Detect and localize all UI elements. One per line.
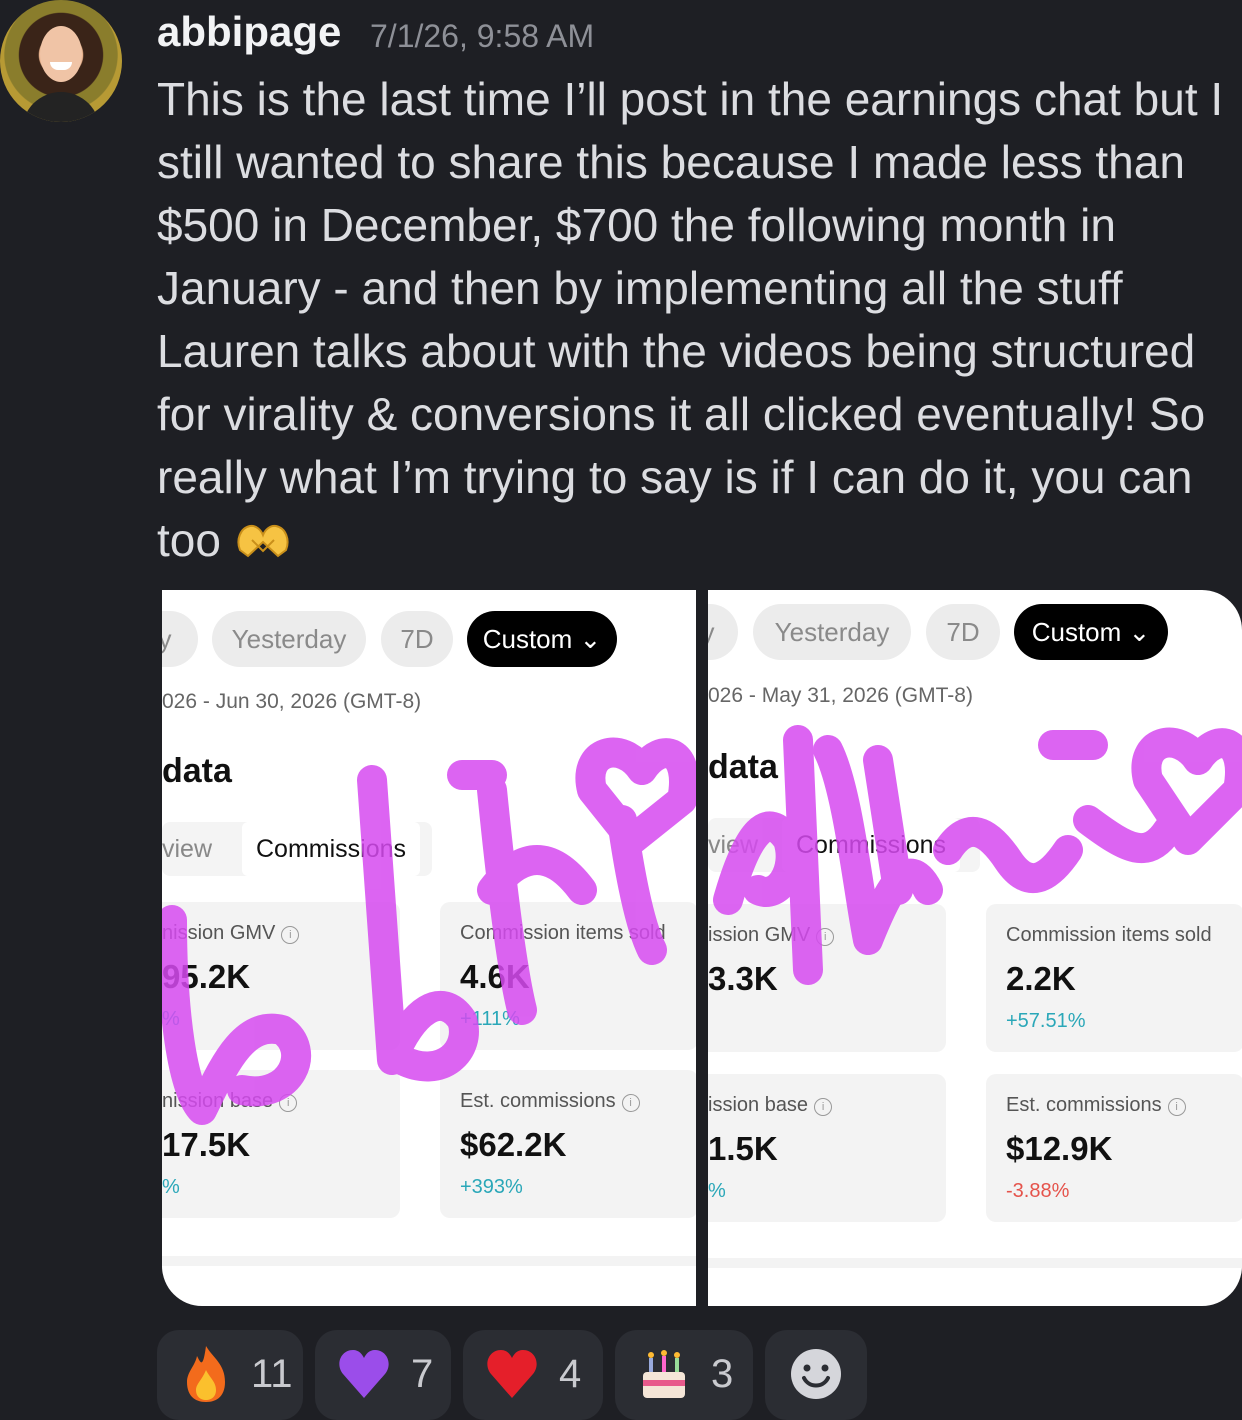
tab-overview[interactable]: view (162, 822, 212, 876)
metric-change: +393% (460, 1176, 523, 1198)
metric-change: +111% (460, 1008, 520, 1030)
reaction-count: 7 (411, 1352, 434, 1396)
add-reaction-button[interactable] (765, 1330, 867, 1420)
metric-label: Commission items sold (1006, 924, 1212, 946)
reaction-count: 3 (711, 1352, 734, 1396)
tab-commissions[interactable]: Commissions (782, 818, 961, 872)
add-reaction-icon (791, 1349, 841, 1399)
metric-change: -3.88% (1006, 1180, 1070, 1202)
metric-value: $12.9K (1006, 1130, 1113, 1167)
metric-value: 4.6K (460, 958, 530, 995)
reaction-count: 11 (251, 1352, 293, 1396)
earnings-screenshot-june[interactable]: y Yesterday 7D Custom ⌄ 026 - Jun 30, 20… (162, 590, 696, 1306)
metric-card-est-commissions[interactable]: Est. commissions i $62.2K +393% (440, 1070, 696, 1218)
info-icon[interactable]: i (816, 928, 835, 946)
tab-custom[interactable]: Custom ⌄ (1014, 604, 1168, 660)
metric-card-gmv[interactable]: ission GMV i 3.3K (708, 904, 946, 1052)
metric-label: nission GMV i (162, 922, 300, 945)
data-heading: data (162, 752, 232, 790)
metric-card-est-commissions[interactable]: Est. commissions i $12.9K -3.88% (986, 1074, 1242, 1222)
metric-value: $62.2K (460, 1126, 567, 1163)
metric-change: +57.51% (1006, 1010, 1086, 1032)
avatar-face (40, 26, 82, 82)
tab-yesterday[interactable]: Yesterday (753, 604, 911, 660)
reaction-fire[interactable]: 11 (157, 1330, 303, 1420)
username[interactable]: abbipage (157, 8, 341, 56)
metric-value: 2.2K (1006, 960, 1076, 997)
data-heading: data (708, 748, 778, 786)
metric-label: Est. commissions i (460, 1090, 640, 1113)
metric-label: nission base i (162, 1090, 298, 1113)
metric-value: 17.5K (162, 1126, 251, 1163)
metric-label: ission GMV i (708, 924, 835, 947)
metric-label: Commission items sold (460, 922, 666, 944)
info-icon[interactable]: i (814, 1098, 833, 1116)
metric-change: % (162, 1176, 180, 1198)
metric-value: 3.3K (708, 960, 778, 997)
tab-partial[interactable]: y (708, 604, 738, 660)
info-icon[interactable]: i (1167, 1098, 1186, 1116)
metric-card-base[interactable]: ission base i 1.5K % (708, 1074, 946, 1222)
tab-7d[interactable]: 7D (381, 611, 453, 667)
date-range: 026 - May 31, 2026 (GMT-8) (708, 684, 973, 707)
message-text: This is the last time I’ll post in the e… (157, 73, 1236, 566)
avatar-shirt (22, 92, 100, 122)
date-range: 026 - Jun 30, 2026 (GMT-8) (162, 690, 422, 713)
metric-card-items-sold[interactable]: Commission items sold 4.6K +111% (440, 902, 696, 1050)
metric-label: Est. commissions i (1006, 1094, 1186, 1117)
metric-value: 95.2K (162, 958, 251, 995)
tab-custom[interactable]: Custom ⌄ (467, 611, 617, 667)
divider (162, 1256, 696, 1266)
heart-hands-icon (237, 524, 289, 558)
earnings-screenshot-may[interactable]: y Yesterday 7D Custom ⌄ 026 - May 31, 20… (708, 590, 1242, 1306)
view-tabs: view Commissions (162, 822, 432, 876)
fire-icon (187, 1346, 225, 1402)
reaction-purple-heart[interactable]: 7 (315, 1330, 451, 1420)
tab-7d[interactable]: 7D (926, 604, 1000, 660)
message-timestamp: 7/1/26, 9:58 AM (370, 18, 595, 54)
metric-value: 1.5K (708, 1130, 778, 1167)
reaction-count: 4 (559, 1352, 582, 1396)
reaction-red-heart[interactable]: 4 (463, 1330, 603, 1420)
tab-partial[interactable]: y (162, 611, 198, 667)
user-avatar[interactable] (0, 0, 122, 122)
message-body: This is the last time I’ll post in the e… (157, 68, 1242, 572)
info-icon[interactable]: i (281, 926, 300, 944)
metric-change: % (708, 1180, 726, 1202)
tab-overview[interactable]: view (708, 818, 758, 872)
metric-card-items-sold[interactable]: Commission items sold 2.2K +57.51% (986, 904, 1242, 1052)
divider (708, 1258, 1242, 1268)
metric-change: % (162, 1008, 180, 1030)
metric-card-gmv[interactable]: nission GMV i 95.2K % (162, 902, 400, 1050)
tab-yesterday[interactable]: Yesterday (212, 611, 366, 667)
info-icon[interactable]: i (279, 1094, 298, 1112)
metric-label: ission base i (708, 1094, 833, 1117)
birthday-cake-icon (643, 1350, 685, 1398)
view-tabs: view Commissions (708, 818, 980, 872)
red-heart-icon (487, 1350, 537, 1398)
metric-card-base[interactable]: nission base i 17.5K % (162, 1070, 400, 1218)
purple-heart-icon (339, 1350, 389, 1398)
tab-commissions[interactable]: Commissions (242, 822, 421, 876)
info-icon[interactable]: i (621, 1094, 640, 1112)
reaction-birthday-cake[interactable]: 3 (615, 1330, 753, 1420)
